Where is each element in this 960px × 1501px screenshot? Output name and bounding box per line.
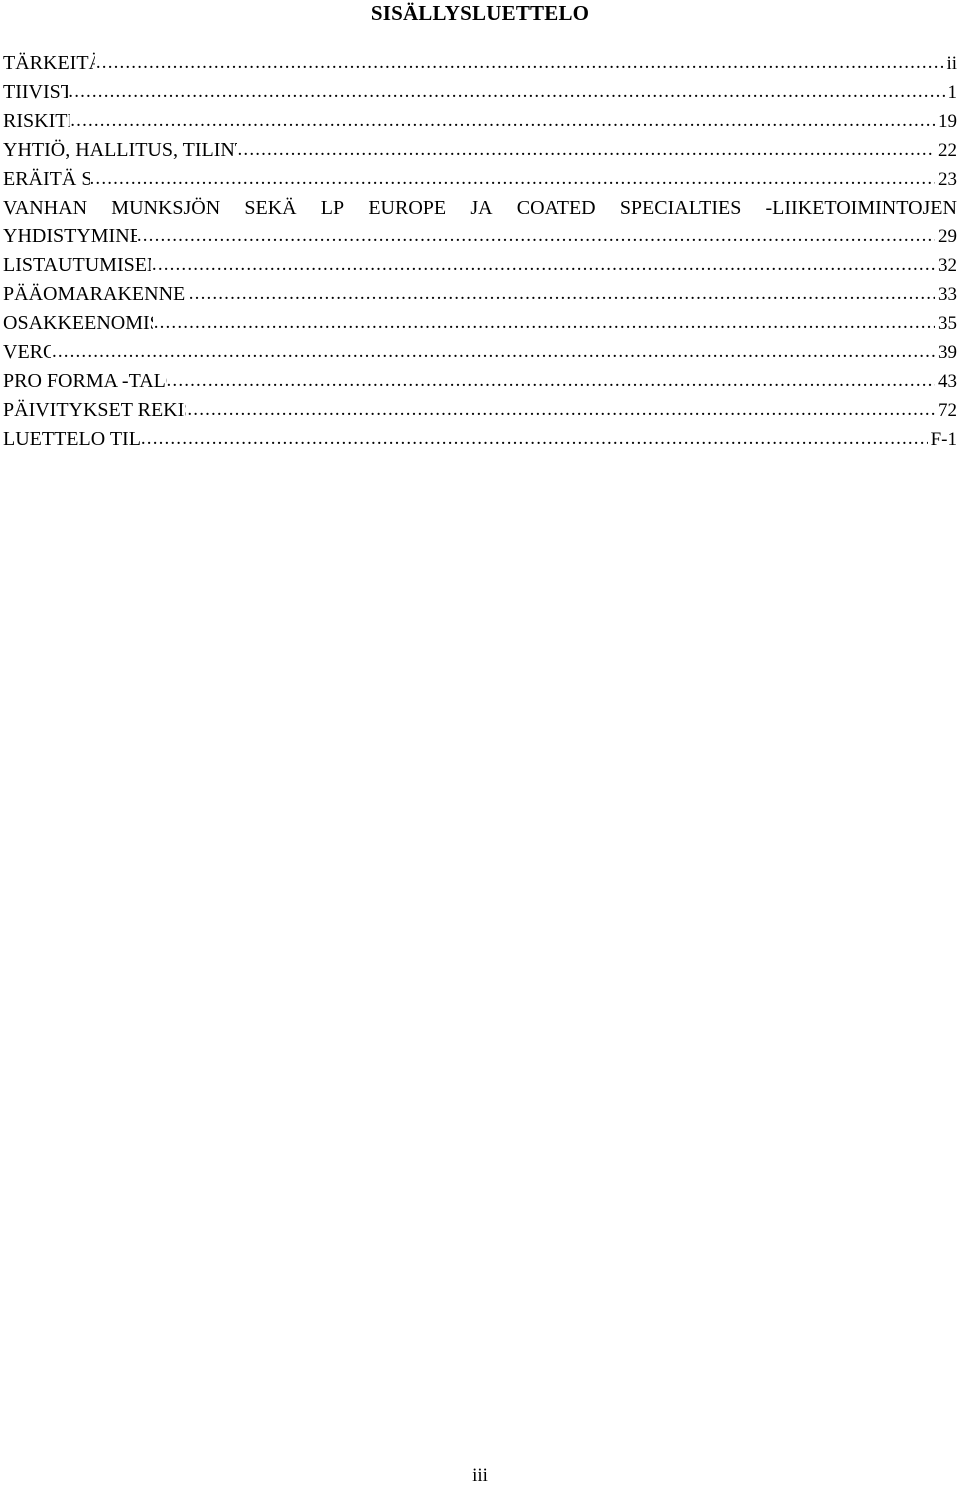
toc-entry-label: PRO FORMA -TALOUDELLISET TIEDOT [3, 370, 167, 392]
toc-entry[interactable]: PRO FORMA -TALOUDELLISET TIEDOT 43 [3, 367, 957, 396]
toc-entry[interactable]: PÄÄOMARAKENNE JA VELKAANTUNEISUUS 33 [3, 280, 957, 309]
toc-entry-page-number: 33 [938, 284, 957, 305]
toc-word: EUROPE [368, 197, 447, 219]
toc-entry-page-number: 43 [938, 371, 957, 392]
toc-entry-label: LUETTELO TILINPÄÄTÖKSISTÄ [3, 428, 140, 450]
toc-entry-page-number: 35 [938, 313, 957, 334]
toc-word: LP [320, 197, 345, 219]
page-title: SISÄLLYSLUETTELO [370, 1, 590, 25]
toc-entry-label: TIIVISTELMÄ [3, 81, 69, 103]
page-footer-number: iii [472, 1465, 488, 1486]
toc-entry-label: VEROTUS [3, 341, 51, 363]
toc-dot-leader [137, 222, 935, 250]
toc-dot-leader [187, 396, 935, 424]
toc-dot-leader [52, 338, 935, 366]
toc-entry[interactable]: TÄRKEITÄ TIETOJA ii [3, 49, 957, 78]
toc-entry[interactable]: RISKITEKIJÄT 19 [3, 107, 957, 136]
toc-dot-leader [68, 78, 944, 106]
toc-dot-leader [238, 136, 935, 164]
toc-group-primary: TÄRKEITÄ TIETOJA ii TIIVISTELMÄ 1 RISKIT… [3, 49, 957, 194]
toc-entry-multiline[interactable]: VANHAN MUNKSJÖN SEKÄ LP EUROPE JA COATED… [3, 194, 957, 251]
toc-entry-page-number: F-1 [930, 429, 957, 450]
toc-dot-leader [141, 425, 928, 453]
toc-entry-label: YHTIÖ, HALLITUS, TILINTARKASTAJAT JA NEU… [3, 139, 237, 161]
toc-word: COATED [516, 197, 596, 219]
toc-entry-label: TÄRKEITÄ TIETOJA [3, 52, 95, 74]
toc-entry-page-number: ii [946, 53, 957, 74]
toc-entry-label: YHDISTYMINEN MUNKSJÖKSI [3, 225, 137, 247]
toc-word: SPECIALTIES [619, 197, 742, 219]
document-page: SISÄLLYSLUETTELO TÄRKEITÄ TIETOJA ii TII… [0, 0, 960, 1501]
toc-dot-leader [70, 107, 935, 135]
toc-entry-label: PÄÄOMARAKENNE JA VELKAANTUNEISUUS [3, 283, 188, 305]
toc-entry-page-number: 39 [938, 342, 957, 363]
toc-entry[interactable]: YHTIÖ, HALLITUS, TILINTARKASTAJAT JA NEU… [3, 136, 957, 165]
toc-entry[interactable]: ERÄITÄ SEIKKOJA 23 [3, 165, 957, 194]
toc-entry-label: OSAKKEENOMISTAJAN OIKEUDET [3, 312, 153, 334]
toc-entry-label: ERÄITÄ SEIKKOJA [3, 168, 90, 190]
toc-entry-label: RISKITEKIJÄT [3, 110, 70, 132]
toc-entry[interactable]: VEROTUS 39 [3, 338, 957, 367]
toc-entry-page-number: 32 [938, 255, 957, 276]
toc-word: VANHAN [3, 197, 88, 219]
toc-entry-page-number: 22 [938, 140, 957, 161]
toc-word: -LIIKETOIMINTOJEN [765, 197, 957, 219]
toc-dot-leader [90, 165, 935, 193]
toc-entry-label: LISTAUTUMISEN TAUSTA JA SYYT [3, 254, 151, 276]
toc-dot-leader [154, 309, 935, 337]
toc-word: SEKÄ [244, 197, 297, 219]
toc-entry-page-number: 19 [938, 111, 957, 132]
toc-entry[interactable]: TIIVISTELMÄ 1 [3, 78, 957, 107]
toc-entry-label-line-1: VANHAN MUNKSJÖN SEKÄ LP EUROPE JA COATED… [3, 194, 957, 222]
table-of-contents: TÄRKEITÄ TIETOJA ii TIIVISTELMÄ 1 RISKIT… [3, 49, 957, 454]
toc-dot-leader [152, 251, 935, 279]
toc-word: JA [470, 197, 493, 219]
toc-entry[interactable]: PÄIVITYKSET REKISTERÖINTIASIAKIRJAAN 72 [3, 396, 957, 425]
toc-entry-page-number: 29 [938, 226, 957, 247]
toc-entry-page-number: 23 [938, 169, 957, 190]
toc-group-secondary: LISTAUTUMISEN TAUSTA JA SYYT 32 PÄÄOMARA… [3, 251, 957, 454]
toc-dot-leader [189, 280, 935, 308]
toc-entry[interactable]: LUETTELO TILINPÄÄTÖKSISTÄ F-1 [3, 425, 957, 454]
toc-entry[interactable]: OSAKKEENOMISTAJAN OIKEUDET 35 [3, 309, 957, 338]
toc-entry-page-number: 72 [938, 400, 957, 421]
toc-dot-leader [96, 49, 944, 77]
toc-entry-page-number: 1 [947, 82, 958, 103]
toc-entry-label-line-2: YHDISTYMINEN MUNKSJÖKSI 29 [3, 222, 957, 251]
toc-word: MUNKSJÖN [111, 197, 221, 219]
toc-entry[interactable]: LISTAUTUMISEN TAUSTA JA SYYT 32 [3, 251, 957, 280]
toc-dot-leader [167, 367, 935, 395]
toc-entry-label: PÄIVITYKSET REKISTERÖINTIASIAKIRJAAN [3, 399, 186, 421]
